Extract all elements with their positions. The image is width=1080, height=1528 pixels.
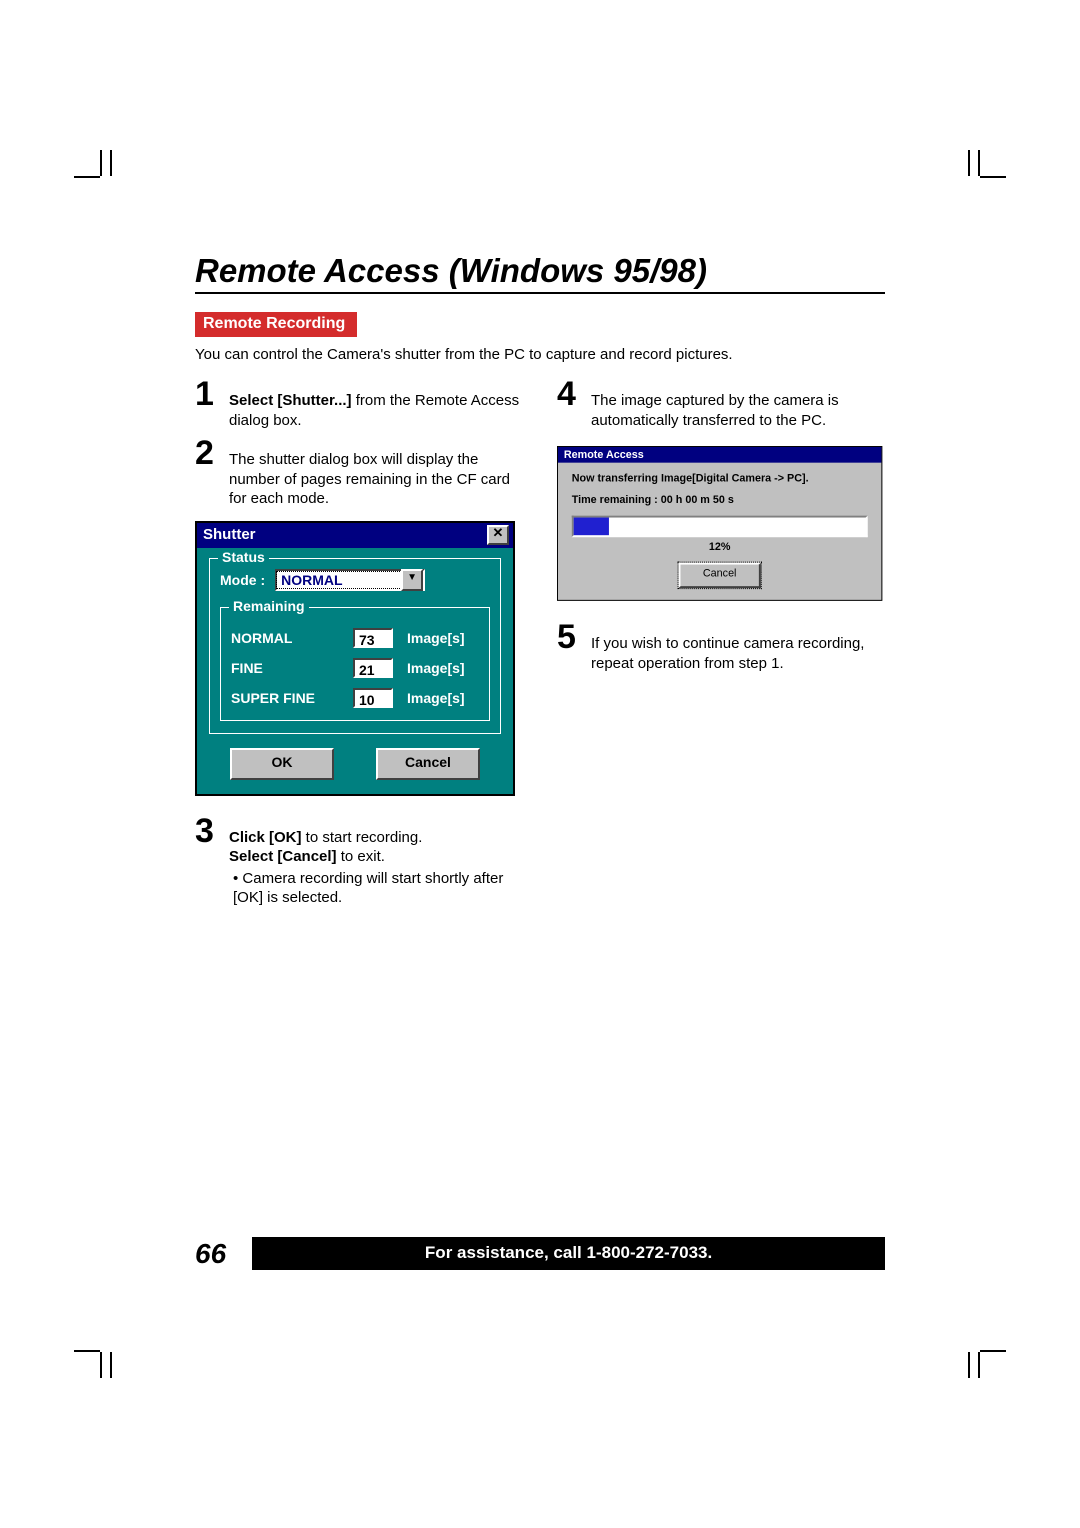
step-1: 1 Select [Shutter...] from the Remote Ac…: [195, 377, 523, 430]
step-5: 5 If you wish to continue camera recordi…: [557, 620, 885, 673]
right-column: 4 The image captured by the camera is au…: [557, 371, 885, 908]
step-4: 4 The image captured by the camera is au…: [557, 377, 885, 430]
step-number: 3: [195, 814, 221, 848]
mode-label: Mode :: [220, 572, 265, 588]
status-fieldset: Status Mode : NORMAL ▼ Remaining: [209, 558, 501, 734]
page-number: 66: [195, 1238, 226, 1270]
crop-mark: [100, 176, 140, 216]
remaining-unit: Image[s]: [407, 660, 465, 676]
remaining-row: NORMAL 73 Image[s]: [231, 628, 479, 648]
dialog-titlebar: Shutter ✕: [197, 523, 513, 548]
remaining-value: 10: [353, 688, 393, 708]
remote-access-dialog: Remote Access Now transferring Image[Dig…: [557, 446, 882, 601]
page-content: Remote Access (Windows 95/98) Remote Rec…: [195, 252, 885, 908]
intro-text: You can control the Camera's shutter fro…: [195, 345, 885, 365]
progress-percent: 12%: [572, 541, 868, 553]
step-text: The image captured by the camera is auto…: [591, 391, 885, 430]
step-3-bullet: • Camera recording will start shortly af…: [233, 869, 523, 908]
crop-mark: [940, 176, 980, 216]
step-2: 2 The shutter dialog box will display th…: [195, 436, 523, 509]
progress-fill: [574, 518, 609, 536]
remaining-unit: Image[s]: [407, 690, 465, 706]
dialog-titlebar: Remote Access: [558, 447, 881, 463]
remaining-fieldset: Remaining NORMAL 73 Image[s] FINE 21 Ima…: [220, 607, 490, 721]
columns: 1 Select [Shutter...] from the Remote Ac…: [195, 371, 885, 908]
crop-mark: [100, 1312, 140, 1352]
step-text: The shutter dialog box will display the …: [229, 450, 523, 509]
section-heading: Remote Recording: [195, 312, 357, 337]
transfer-text: Now transferring Image[Digital Camera ->…: [572, 473, 868, 485]
close-icon[interactable]: ✕: [487, 525, 509, 545]
mode-select[interactable]: NORMAL ▼: [275, 569, 425, 591]
mode-value: NORMAL: [277, 572, 401, 588]
page-title: Remote Access (Windows 95/98): [195, 252, 885, 290]
progress-bar: [572, 516, 868, 538]
step-number: 2: [195, 436, 221, 470]
step-number: 1: [195, 377, 221, 411]
dialog-buttons: OK Cancel: [209, 748, 501, 780]
cancel-button[interactable]: Cancel: [376, 748, 480, 780]
mode-row: Mode : NORMAL ▼: [220, 569, 490, 591]
title-underline: [195, 292, 885, 294]
remaining-row: SUPER FINE 10 Image[s]: [231, 688, 479, 708]
remaining-row: FINE 21 Image[s]: [231, 658, 479, 678]
dialog-title: Shutter: [203, 526, 256, 543]
chevron-down-icon[interactable]: ▼: [401, 569, 423, 591]
page-footer: 66 For assistance, call 1-800-272-7033.: [195, 1237, 885, 1270]
remaining-label: NORMAL: [231, 630, 343, 646]
step-number: 4: [557, 377, 583, 411]
remaining-legend: Remaining: [229, 598, 309, 614]
remaining-label: FINE: [231, 660, 343, 676]
remaining-value: 21: [353, 658, 393, 678]
dialog-body: Now transferring Image[Digital Camera ->…: [558, 463, 881, 600]
remaining-unit: Image[s]: [407, 630, 465, 646]
cancel-button[interactable]: Cancel: [679, 563, 761, 588]
remaining-label: SUPER FINE: [231, 690, 343, 706]
step-number: 5: [557, 620, 583, 654]
step-3: 3 Click [OK] to start recording. Select …: [195, 814, 523, 867]
shutter-dialog: Shutter ✕ Status Mode : NORMAL ▼: [195, 521, 515, 796]
remaining-value: 73: [353, 628, 393, 648]
step-text: Select [Shutter...] from the Remote Acce…: [229, 391, 523, 430]
ok-button[interactable]: OK: [230, 748, 334, 780]
left-column: 1 Select [Shutter...] from the Remote Ac…: [195, 371, 523, 908]
assistance-bar: For assistance, call 1-800-272-7033.: [252, 1237, 885, 1270]
step-text: Click [OK] to start recording. Select [C…: [229, 828, 422, 867]
manual-page: Remote Access (Windows 95/98) Remote Rec…: [0, 0, 1080, 1528]
time-remaining-text: Time remaining : 00 h 00 m 50 s: [572, 494, 868, 506]
crop-mark: [940, 1312, 980, 1352]
dialog-buttons: Cancel: [572, 563, 868, 588]
dialog-body: Status Mode : NORMAL ▼ Remaining: [197, 548, 513, 794]
step-text: If you wish to continue camera recording…: [591, 634, 885, 673]
status-legend: Status: [218, 549, 269, 565]
